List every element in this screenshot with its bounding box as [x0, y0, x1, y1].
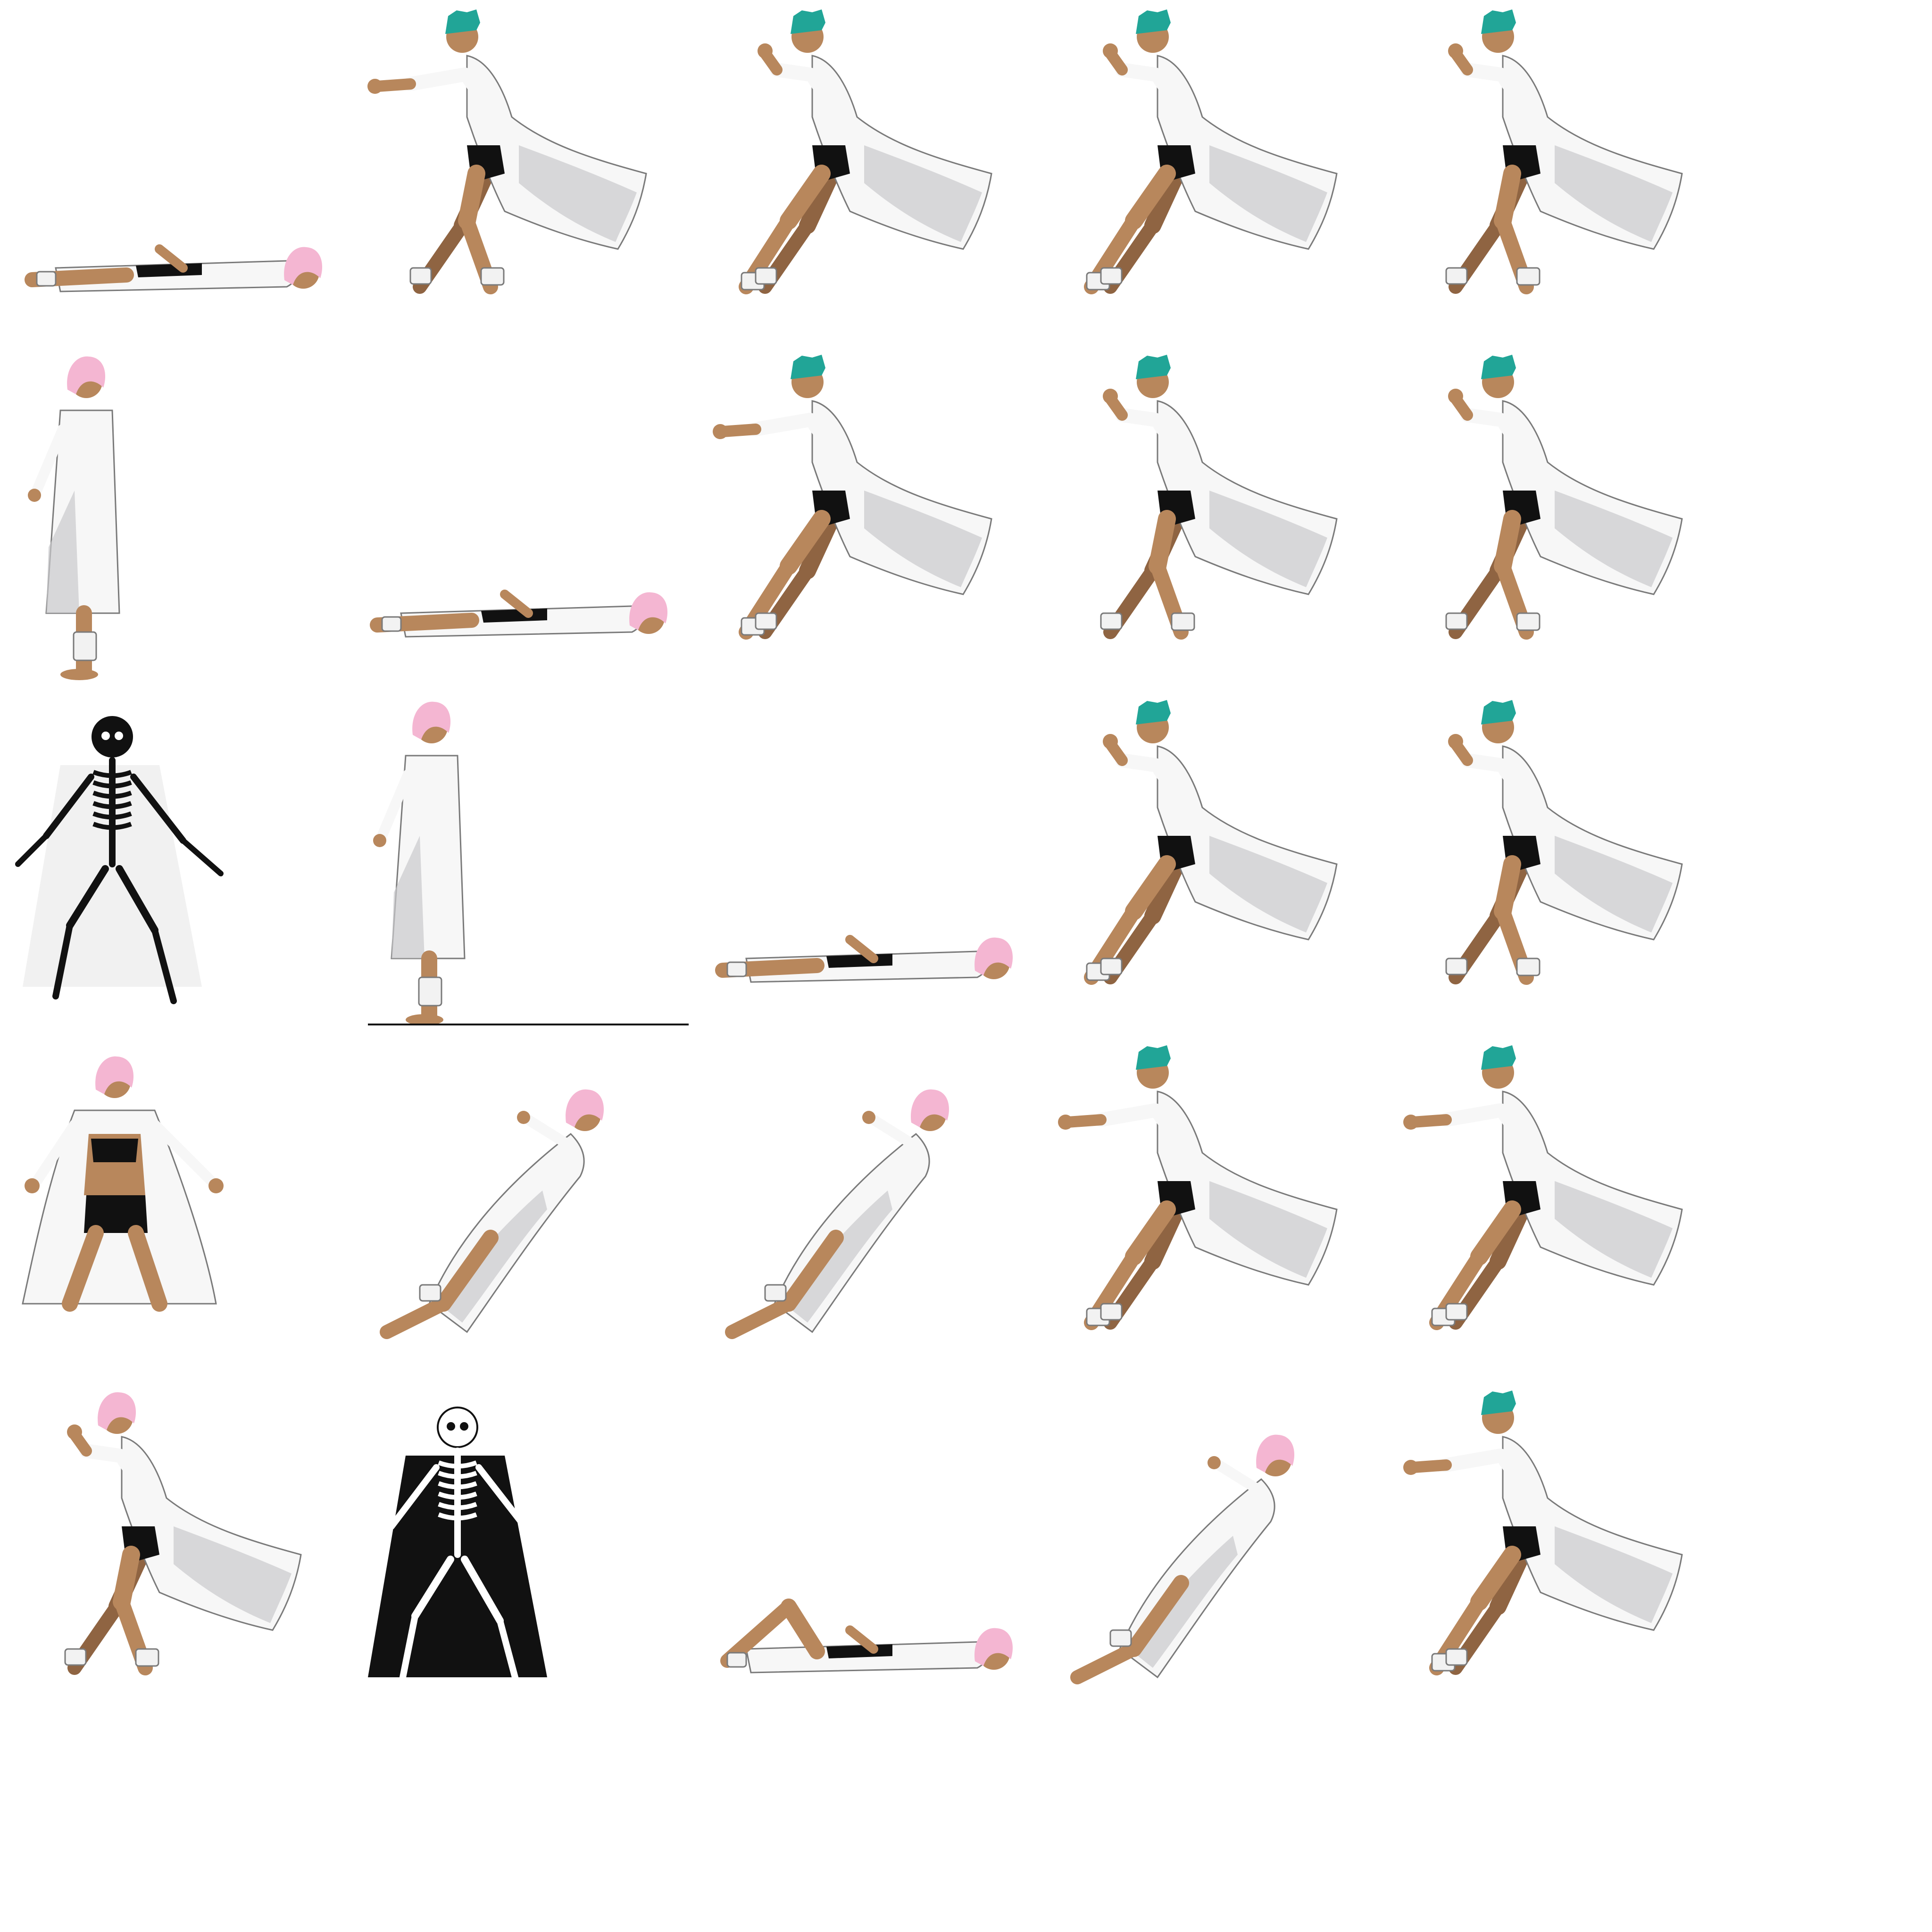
sprite-figure: [1100, 355, 1338, 640]
sprite-figure: [28, 356, 120, 680]
sprite-figure: [1403, 1045, 1683, 1330]
sprite-figure: [22, 1056, 224, 1312]
sprite-frame-pink-hair-front-shocked: [4, 1040, 349, 1385]
sprite-figure: [1403, 1391, 1683, 1675]
sprite-frame-pink-hair-run-crouch: [4, 1385, 349, 1730]
sprite-frame-pink-hair-standing-on-line: [349, 694, 694, 1040]
sprite-figure: [25, 244, 323, 292]
sprite-frame-teal-hair-run-stride: [1040, 694, 1385, 1040]
sprite-frame-pink-hair-lying-knee-up: [694, 1385, 1040, 1730]
sprite-figure: [1445, 355, 1683, 640]
sprite-frame-pink-hair-leaning-back: [694, 1040, 1040, 1385]
sprite-frame-pink-hair-falling-back: [349, 1040, 694, 1385]
sprite-figure: [64, 1392, 302, 1675]
sprite-frame-teal-hair-run-reach: [1385, 1385, 1730, 1730]
sprite-frame-teal-hair-run-upright: [1385, 4, 1730, 349]
sprite-sheet: [0, 0, 1932, 1932]
sprite-frame-teal-hair-run-reach: [1040, 1040, 1385, 1385]
sprite-frame-teal-hair-run-upright: [1385, 694, 1730, 1040]
sprite-frame-pink-hair-lying-down-arm-raised: [4, 4, 349, 349]
sprite-figure: [368, 701, 689, 1025]
sprite-frame-teal-hair-run-reach: [694, 349, 1040, 694]
sprite-frame-teal-hair-run-upright: [1040, 349, 1385, 694]
sprite-frame-pink-hair-standing-side: [4, 349, 349, 694]
sprite-figure: [713, 355, 992, 640]
sprite-figure: [720, 1599, 1013, 1674]
sprite-figure: [1445, 9, 1683, 294]
sprite-frame-teal-hair-run-reach: [1385, 1040, 1730, 1385]
sprite-frame-skeleton-white-shocked: [349, 1385, 694, 1730]
sprite-frame-skeleton-black-shocked: [4, 694, 349, 1040]
sprite-figure: [1058, 1045, 1338, 1330]
sprite-figure: [370, 590, 668, 638]
sprite-figure: [380, 1089, 604, 1339]
sprite-figure: [1070, 1434, 1295, 1684]
sprite-frame-pink-hair-lying-down: [349, 349, 694, 694]
sprite-frame-pink-hair-lying-down: [694, 694, 1040, 1040]
sprite-figure: [1084, 9, 1338, 294]
sprite-frame-teal-hair-run-stride: [694, 4, 1040, 349]
sprite-figure: [1084, 700, 1338, 985]
sprite-frame-teal-hair-run-upright: [1385, 349, 1730, 694]
sprite-figure: [739, 9, 992, 294]
sprite-figure: [725, 1089, 949, 1339]
sprite-figure: [360, 1407, 569, 1695]
sprite-frame-teal-hair-run-stride: [1040, 4, 1385, 349]
sprite-frame-teal-hair-run-arms-up: [349, 4, 694, 349]
sprite-figure: [715, 935, 1013, 983]
sprite-figure: [1445, 700, 1683, 985]
sprite-frame-pink-hair-falling-back: [1040, 1385, 1385, 1730]
sprite-figure: [15, 716, 224, 1004]
sprite-figure: [367, 9, 647, 294]
